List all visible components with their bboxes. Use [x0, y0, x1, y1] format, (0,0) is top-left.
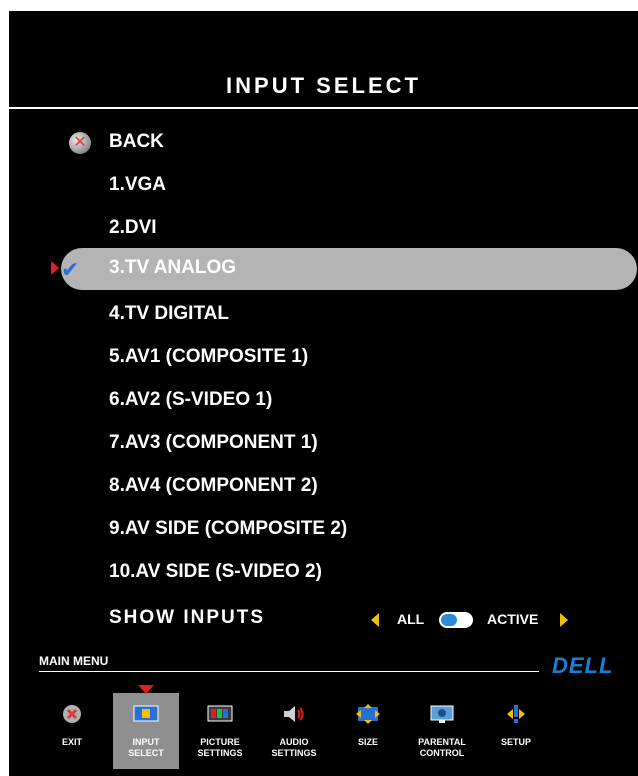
menu-label: INPUT SELECT [128, 737, 164, 758]
checkmark-icon: ✔ [61, 257, 80, 282]
input-item-tv-digital[interactable]: 4.TV DIGITAL [9, 295, 638, 335]
audio-settings-icon [284, 706, 304, 722]
input-item-label: 10.AV SIDE (S-VIDEO 2) [109, 561, 322, 582]
main-menu-label: MAIN MENU [39, 654, 109, 668]
input-item-label: 2.DVI [109, 217, 157, 238]
setup-icon [507, 705, 525, 723]
input-item-av1[interactable]: 5.AV1 (COMPOSITE 1) [9, 338, 638, 378]
input-item-label: 5.AV1 (COMPOSITE 1) [109, 346, 309, 367]
selection-pointer-icon [51, 261, 59, 275]
input-item-tv-analog[interactable]: ✔ 3.TV ANALOG [9, 248, 638, 290]
toggle-knob [441, 614, 457, 626]
input-item-av4[interactable]: 8.AV4 (COMPONENT 2) [9, 467, 638, 507]
input-item-av-side-composite[interactable]: 9.AV SIDE (COMPOSITE 2) [9, 510, 638, 550]
input-item-label: 4.TV DIGITAL [109, 303, 229, 324]
show-inputs-toggle[interactable] [439, 612, 473, 628]
input-item-label: 6.AV2 (S-VIDEO 1) [109, 389, 273, 410]
arrow-right-icon[interactable] [560, 613, 568, 627]
menu-parental-control[interactable]: PARENTAL CONTROL [407, 697, 477, 769]
input-item-vga[interactable]: 1.VGA [9, 166, 638, 206]
input-item-label: 3.TV ANALOG [109, 257, 237, 278]
show-all-option[interactable]: ALL [397, 611, 424, 627]
title-divider [9, 107, 638, 109]
size-icon [356, 704, 380, 724]
arrow-left-icon[interactable] [371, 613, 379, 627]
menu-label: AUDIO SETTINGS [271, 737, 317, 758]
show-inputs-label: SHOW INPUTS [109, 607, 266, 628]
main-menu-divider [39, 671, 539, 672]
back-label: BACK [109, 131, 164, 152]
back-icon: ✕ [69, 132, 91, 154]
dell-logo: DELL [552, 653, 614, 678]
active-pointer-icon [138, 685, 154, 694]
menu-picture-settings[interactable]: PICTURE SETTINGS [185, 697, 255, 769]
menu-label: PARENTAL CONTROL [418, 737, 466, 758]
input-item-av-side-svideo[interactable]: 10.AV SIDE (S-VIDEO 2) [9, 553, 638, 593]
input-item-dvi[interactable]: 2.DVI [9, 209, 638, 249]
picture-settings-icon [207, 705, 233, 722]
menu-audio-settings[interactable]: AUDIO SETTINGS [259, 697, 329, 769]
page-title: INPUT SELECT [226, 73, 421, 98]
back-button[interactable]: ✕ BACK [9, 123, 638, 163]
input-item-label: 9.AV SIDE (COMPOSITE 2) [109, 518, 348, 539]
input-item-label: 8.AV4 (COMPONENT 2) [109, 475, 318, 496]
osd-screen: INPUT SELECT ✕ BACK 1.VGA 2.DVI ✔ 3.TV A… [9, 11, 638, 776]
menu-size[interactable]: SIZE [333, 697, 403, 769]
parental-control-icon [430, 705, 454, 723]
menu-input-select[interactable]: INPUT SELECT [111, 685, 181, 769]
menu-label: SETUP [500, 737, 531, 747]
show-active-option[interactable]: ACTIVE [487, 611, 538, 627]
exit-icon [63, 705, 81, 723]
input-item-av2[interactable]: 6.AV2 (S-VIDEO 1) [9, 381, 638, 421]
input-item-label: 7.AV3 (COMPONENT 1) [109, 432, 318, 453]
input-item-label: 1.VGA [109, 174, 167, 195]
menu-exit[interactable]: EXIT [37, 697, 107, 769]
input-item-av3[interactable]: 7.AV3 (COMPONENT 1) [9, 424, 638, 464]
menu-label: PICTURE SETTINGS [197, 737, 243, 758]
input-select-icon [133, 705, 159, 722]
menu-setup[interactable]: SETUP [481, 697, 551, 769]
menu-label: SIZE [357, 737, 378, 747]
menu-label: EXIT [61, 737, 82, 747]
